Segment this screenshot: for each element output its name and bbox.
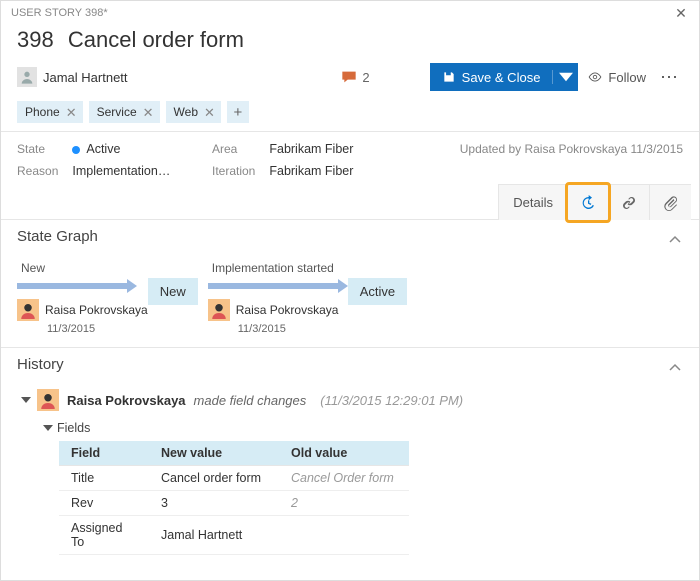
history-action: made field changes xyxy=(194,393,307,408)
sg-user-1: Raisa Pokrovskaya xyxy=(45,303,148,317)
sg-user-2: Raisa Pokrovskaya xyxy=(236,303,339,317)
avatar xyxy=(208,299,230,321)
reason-value[interactable]: Implementation… xyxy=(72,164,212,178)
sg-transition-1: New xyxy=(21,261,45,275)
tag-remove-icon[interactable]: ✕ xyxy=(66,106,77,119)
tag-remove-icon[interactable]: ✕ xyxy=(204,106,215,119)
tab-links[interactable] xyxy=(608,184,650,220)
state-label: State xyxy=(17,142,58,156)
sg-state-active: Active xyxy=(348,278,407,305)
col-new: New value xyxy=(149,441,279,466)
iteration-label: Iteration xyxy=(212,164,255,178)
area-value[interactable]: Fabrikam Fiber xyxy=(269,142,417,156)
tab-attachments[interactable] xyxy=(649,184,691,220)
save-label: Save & Close xyxy=(462,70,541,85)
close-icon[interactable]: ✕ xyxy=(673,5,689,21)
comment-icon xyxy=(341,70,357,84)
expand-entry-button[interactable] xyxy=(21,397,31,403)
avatar xyxy=(17,299,39,321)
tag-remove-icon[interactable]: ✕ xyxy=(143,106,154,119)
collapse-history-button[interactable] xyxy=(669,358,683,372)
table-row: Rev 3 2 xyxy=(59,491,409,516)
add-tag-button[interactable]: + xyxy=(227,101,249,123)
tag-phone[interactable]: Phone✕ xyxy=(17,101,83,123)
save-icon xyxy=(442,70,456,84)
link-icon xyxy=(621,195,637,211)
eye-icon xyxy=(588,70,602,84)
breadcrumb: USER STORY 398* xyxy=(11,7,108,19)
table-row: Assigned To Jamal Hartnett xyxy=(59,516,409,555)
discussion-button[interactable]: 2 xyxy=(341,70,369,85)
reason-label: Reason xyxy=(17,164,58,178)
state-graph-title: State Graph xyxy=(17,228,98,245)
fields-table: Field New value Old value Title Cancel o… xyxy=(59,441,409,555)
tab-history[interactable] xyxy=(567,184,609,220)
history-timestamp: (11/3/2015 12:29:01 PM) xyxy=(320,393,463,408)
chevron-down-icon xyxy=(559,70,573,84)
expand-fields-button[interactable] xyxy=(43,425,53,431)
sg-transition-2: Implementation started xyxy=(212,261,334,275)
history-icon xyxy=(580,195,596,211)
area-label: Area xyxy=(212,142,255,156)
arrow-icon xyxy=(17,277,137,295)
assignee-name: Jamal Hartnett xyxy=(43,70,128,85)
work-item-id: 398 xyxy=(17,27,54,52)
follow-button[interactable]: Follow xyxy=(588,70,646,85)
updated-by-text: Updated by Raisa Pokrovskaya 11/3/2015 xyxy=(460,142,683,156)
sg-date-1: 11/3/2015 xyxy=(47,323,95,335)
page-title: 398 Cancel order form xyxy=(1,25,699,63)
sg-date-2: 11/3/2015 xyxy=(238,323,286,335)
assignee-field[interactable]: Jamal Hartnett xyxy=(17,67,128,87)
collapse-state-graph-button[interactable] xyxy=(669,230,683,244)
more-actions-button[interactable]: ⋯ xyxy=(656,67,683,88)
state-dot-icon xyxy=(72,146,80,154)
discussion-count: 2 xyxy=(362,70,369,85)
fields-label: Fields xyxy=(57,421,90,435)
tag-web[interactable]: Web✕ xyxy=(166,101,221,123)
attachment-icon xyxy=(663,195,679,211)
table-row: Title Cancel order form Cancel Order for… xyxy=(59,466,409,491)
history-user: Raisa Pokrovskaya xyxy=(67,393,186,408)
col-old: Old value xyxy=(279,441,409,466)
state-value[interactable]: Active xyxy=(72,142,212,156)
history-title: History xyxy=(17,356,64,373)
work-item-title: Cancel order form xyxy=(68,27,244,52)
tags-row: Phone✕ Service✕ Web✕ + xyxy=(1,101,699,131)
arrow-icon xyxy=(208,277,348,295)
tab-details[interactable]: Details xyxy=(498,184,568,220)
avatar xyxy=(37,389,59,411)
save-dropdown-button[interactable] xyxy=(552,70,578,84)
save-and-close-button[interactable]: Save & Close xyxy=(430,63,579,91)
avatar xyxy=(17,67,37,87)
state-graph: New Raisa Pokrovskaya 11/3/2015 New Impl… xyxy=(17,257,683,335)
tag-service[interactable]: Service✕ xyxy=(89,101,160,123)
iteration-value[interactable]: Fabrikam Fiber xyxy=(269,164,417,178)
col-field: Field xyxy=(59,441,149,466)
follow-label: Follow xyxy=(608,70,646,85)
sg-state-new: New xyxy=(148,278,198,305)
